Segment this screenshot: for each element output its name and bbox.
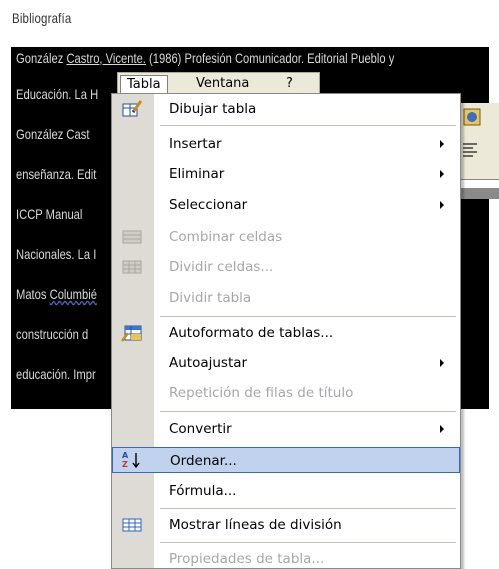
ruler: [456, 179, 499, 189]
menu-item-formula[interactable]: Fórmula...: [112, 478, 460, 504]
sort-az-icon: AZ: [121, 450, 143, 470]
menu-item-propiedades[interactable]: Propiedades de tabla...: [112, 546, 460, 569]
menu-separator: [160, 508, 456, 509]
menu-help[interactable]: ?: [280, 75, 299, 93]
submenu-arrow-icon: [440, 170, 444, 178]
menu-item-autoajustar[interactable]: Autoajustar: [112, 350, 460, 376]
menu-item-dividir-celdas[interactable]: Dividir celdas...: [112, 254, 460, 280]
menu-item-convertir[interactable]: Convertir: [112, 416, 460, 442]
ruler-shadow: [456, 189, 499, 199]
menu-item-dividir-tabla[interactable]: Dividir tabla: [112, 285, 460, 311]
split-cells-icon: [121, 257, 143, 277]
document-line: ICCP Manual: [16, 206, 83, 222]
submenu-arrow-icon: [440, 201, 444, 209]
menu-item-eliminar[interactable]: Eliminar: [112, 161, 460, 187]
toolbar-icon[interactable]: [462, 107, 482, 127]
page-heading: Bibliografía: [12, 10, 72, 26]
menu-item-ordenar[interactable]: AZ Ordenar...: [112, 447, 460, 473]
document-line: Educación. La H: [16, 86, 99, 102]
submenu-arrow-icon: [440, 359, 444, 367]
svg-text:A: A: [122, 451, 129, 460]
menu-item-seleccionar[interactable]: Seleccionar: [112, 192, 460, 218]
document-line: González Castro, Vicente. (1986) Profesi…: [16, 50, 394, 66]
menu-separator: [160, 125, 456, 126]
menu-item-insertar[interactable]: Insertar: [112, 131, 460, 157]
menu-item-repeticion-filas[interactable]: Repetición de filas de título: [112, 380, 460, 406]
merge-cells-icon: [121, 227, 143, 247]
line-text-prefix: Matos: [16, 286, 50, 302]
menu-ventana[interactable]: Ventana: [190, 75, 255, 93]
line-text-suffix: (1986) Profesión Comunicador. Editorial …: [145, 50, 395, 66]
tabla-dropdown-menu: Dibujar tabla Insertar Eliminar Seleccio…: [111, 93, 461, 569]
document-line: construcción d: [16, 326, 89, 342]
table-autoformat-icon: [121, 323, 143, 343]
document-line: Nacionales. La I: [16, 246, 97, 262]
menu-item-autoformato[interactable]: Autoformato de tablas...: [112, 320, 460, 346]
align-icon[interactable]: [460, 139, 480, 159]
draw-table-icon: [121, 99, 143, 119]
menu-separator: [160, 542, 456, 543]
document-line: educación. Impr: [16, 366, 96, 382]
line-text-prefix: González: [16, 50, 67, 66]
misspelled-word: Columbié: [49, 286, 97, 302]
menu-item-mostrar-lineas[interactable]: Mostrar líneas de división: [112, 512, 460, 538]
gridlines-icon: [121, 515, 143, 535]
document-line: Matos Columbié: [16, 286, 97, 302]
toolbar-fragment: [456, 103, 499, 199]
menu-bar: Tabla Ventana ?: [117, 72, 320, 94]
document-line: enseñanza. Edit: [16, 166, 97, 182]
menu-tabla[interactable]: Tabla: [120, 75, 168, 93]
underlined-author: Castro, Vicente.: [66, 50, 146, 66]
menu-separator: [160, 316, 456, 317]
menu-item-combinar-celdas[interactable]: Combinar celdas: [112, 224, 460, 250]
menu-separator: [160, 411, 456, 412]
document-line: González Cast: [16, 126, 90, 142]
menu-item-dibujar-tabla[interactable]: Dibujar tabla: [112, 96, 460, 122]
svg-text:Z: Z: [122, 460, 128, 469]
submenu-arrow-icon: [440, 425, 444, 433]
submenu-arrow-icon: [440, 140, 444, 148]
